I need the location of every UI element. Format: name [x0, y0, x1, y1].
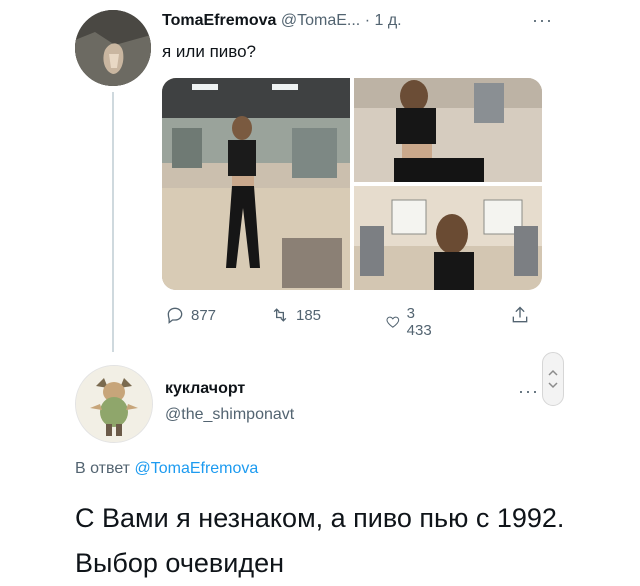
tweet-author-name[interactable]: TomaEfremova [162, 12, 276, 29]
retweet-icon [273, 308, 287, 322]
retweet-button[interactable]: 185 [270, 305, 321, 325]
tweet-photo-3[interactable] [354, 186, 542, 290]
like-count: 3 433 [406, 305, 432, 339]
reply-context: В ответ @TomaEfremova [75, 460, 258, 478]
reply-more-icon[interactable]: ··· [518, 381, 539, 402]
tweet-separator: · [364, 12, 371, 29]
reply-count: 877 [191, 306, 217, 324]
tweet-text: я или пиво? [162, 42, 257, 61]
reply-text: С Вами я незнаком, а пиво пью с 1992. Вы… [75, 503, 565, 578]
reply-author-name[interactable]: куклачорт [165, 380, 245, 398]
reply-author-handle[interactable]: @the_shimponavt [165, 406, 294, 424]
reply-icon [167, 307, 183, 324]
tweet-photo-2[interactable] [354, 78, 542, 182]
reply-prefix: В ответ [75, 460, 131, 477]
like-button[interactable]: 3 433 [385, 305, 436, 339]
scrollbar-thumb[interactable] [542, 352, 564, 406]
share-button[interactable] [510, 305, 530, 325]
thread-line [112, 92, 114, 352]
tweet-more-icon[interactable]: ··· [532, 10, 553, 31]
retweet-count: 185 [296, 306, 322, 324]
share-icon [512, 306, 528, 323]
like-icon [386, 316, 400, 328]
tweet-header: TomaEfremova @TomaE... · 1 д. [162, 12, 402, 30]
tweet-author-avatar[interactable] [75, 10, 151, 86]
tweet-time[interactable]: 1 д. [374, 12, 401, 29]
reply-target-link[interactable]: @TomaEfremova [134, 460, 258, 477]
tweet-author-handle[interactable]: @TomaE... [281, 12, 360, 29]
tweet-media-grid [162, 78, 542, 290]
reply-author-avatar[interactable] [75, 365, 153, 443]
reply-button[interactable]: 877 [165, 305, 216, 325]
tweet-photo-1[interactable] [162, 78, 350, 290]
scroll-arrows-icon [548, 369, 558, 389]
